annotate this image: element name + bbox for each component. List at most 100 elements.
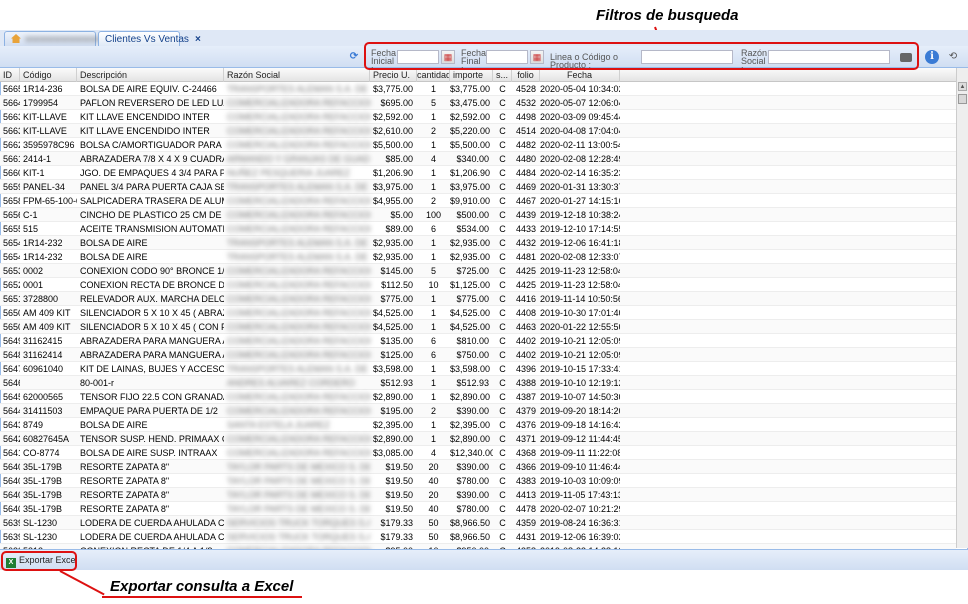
column-header-2[interactable]: Descripción: [77, 68, 224, 82]
table-cell: 35L-179B: [23, 490, 63, 500]
table-row[interactable]: 56520001 CONEXION RECTA DE BRONCE DE 1/8 …: [0, 278, 956, 292]
table-row[interactable]: 5659PANEL-34 PANEL 3/4 PARA PUERTA CAJA S…: [0, 180, 956, 194]
table-cell: $2,592.00: [450, 112, 491, 122]
column-header-5[interactable]: cantidad: [417, 68, 450, 82]
table-row[interactable]: 5663KIT-LLAVE KIT LLAVE ENCENDIDO INTER CO…: [0, 124, 956, 138]
table-cell: $3,598.00: [450, 364, 491, 374]
table-cell: BOLSA DE AIRE: [80, 252, 148, 262]
close-icon[interactable]: ×: [195, 34, 201, 45]
table-cell: EMPAQUE PARA PUERTA DE 1/2: [80, 406, 218, 416]
column-header-6[interactable]: importe: [450, 68, 493, 82]
column-header-9[interactable]: Fecha: [540, 68, 620, 82]
table-row[interactable]: 564562000565 TENSOR FIJO 22.5 CON GRANADA…: [0, 390, 956, 404]
table-cell: 5650: [3, 322, 20, 332]
table-row[interactable]: 5655515 ACEITE TRANSMISION AUTOMATICA DI.…: [0, 222, 956, 236]
calendar-icon[interactable]: ▦: [530, 50, 544, 64]
table-cell: 50: [428, 532, 439, 542]
table-row[interactable]: 56513728800 RELEVADOR AUX. MARCHA DELCO 3…: [0, 292, 956, 306]
table-row[interactable]: 56651R14-236 BOLSA DE AIRE EQUIV. C-24466…: [0, 82, 956, 96]
linea-codigo-producto-input[interactable]: [641, 50, 733, 64]
table-row[interactable]: 5639SL-1230 LODERA DE CUERDA AHULADA CON …: [0, 516, 956, 530]
scroll-up-icon[interactable]: ▲: [958, 82, 967, 91]
table-row[interactable]: 5658FPM-65-100-06SALPICADERA TRASERA DE …: [0, 194, 956, 208]
razon-social-input[interactable]: [768, 50, 890, 64]
table-row[interactable]: 564831162414 ABRAZADERA PARA MANGUERA ALT…: [0, 348, 956, 362]
table-cell: KIT DE LAINAS, BUJES Y ACCESORIOS ...: [80, 364, 224, 374]
column-header-4[interactable]: Precio U.: [370, 68, 417, 82]
table-row[interactable]: 56541R14-232 BOLSA DE AIRE TRANSPORTES ALE…: [0, 250, 956, 264]
table-row[interactable]: 564260827645A TENSOR SUSP. HEND. PRIMAAX …: [0, 432, 956, 446]
table-row[interactable]: 564035L-179B RESORTE ZAPATA 8" TAYLOR PART…: [0, 502, 956, 516]
info-icon[interactable]: i: [925, 50, 939, 64]
column-header-3[interactable]: Razón Social: [224, 68, 370, 82]
scroll-thumb[interactable]: [958, 94, 967, 104]
table-cell: 4416: [515, 294, 537, 304]
table-cell: 5645: [3, 392, 20, 402]
table-cell: TRANSPORTES ALEMAN S.A. DE C.V.: [227, 364, 370, 374]
table-cell: 1799954: [23, 98, 59, 108]
table-cell: 4482: [515, 140, 537, 150]
calendar-icon[interactable]: ▦: [441, 50, 455, 64]
table-cell: $195.00: [380, 406, 413, 416]
table-row[interactable]: 5650AM 409 KIT SILENCIADOR 5 X 10 X 45 ( …: [0, 306, 956, 320]
table-row[interactable]: 5663KIT-LLAVE KIT LLAVE ENCENDIDO INTER CO…: [0, 110, 956, 124]
table-cell: $3,975.00: [372, 182, 413, 192]
table-cell: TRANSPORTES ALEMAN S.A. DE C.V.: [227, 182, 370, 192]
table-cell: COMERCIALIZADORA REFACCIONES DEL NORTE: [227, 98, 370, 108]
table-row[interactable]: 564431411503 EMPAQUE PARA PUERTA DE 1/2 CO…: [0, 404, 956, 418]
table-cell: C: [499, 140, 506, 150]
table-row[interactable]: 5646 80-001-r ANDRES ALVAREZ CORDERO $512.9…: [0, 376, 956, 390]
table-row[interactable]: 56641799954 PAFLON REVERSERO DE LED LUZ B…: [0, 96, 956, 110]
export-excel-button[interactable]: X Exportar Excel: [4, 553, 82, 568]
search-button-icon[interactable]: [900, 53, 912, 62]
vertical-scrollbar[interactable]: ▲: [956, 68, 968, 548]
table-row[interactable]: 5656C-1 CINCHO DE PLASTICO 25 CM DE LARGO…: [0, 208, 956, 222]
table-cell: 4514: [515, 126, 537, 136]
table-cell: C: [499, 448, 506, 458]
table-cell: $2,935.00: [450, 238, 491, 248]
table-cell: C: [499, 238, 506, 248]
fecha-inicial-input[interactable]: [397, 50, 439, 64]
table-cell: 5: [430, 98, 436, 108]
table-cell: $19.50: [385, 462, 413, 472]
column-header-1[interactable]: Código: [20, 68, 77, 82]
table-row[interactable]: 56438749 BOLSA DE AIRE SANTA ESTELA JUAREZ…: [0, 418, 956, 432]
table-cell: $19.50: [385, 476, 413, 486]
table-cell: C: [499, 224, 506, 234]
table-row[interactable]: 564035L-179B RESORTE ZAPATA 8" TAYLOR PART…: [0, 488, 956, 502]
table-cell: $390.00: [456, 490, 489, 500]
tab-home[interactable]: wwwwwwwwwwwww: [4, 31, 119, 47]
table-row[interactable]: 5650AM 409 KIT SILENCIADOR 5 X 10 X 45 ( …: [0, 320, 956, 334]
table-cell: 5644: [3, 406, 20, 416]
column-header-0[interactable]: ID: [0, 68, 20, 82]
table-cell: 5646: [3, 378, 20, 388]
tab-clientes-vs-ventas[interactable]: Clientes Vs Ventas ×: [98, 31, 201, 47]
table-cell: 4402: [515, 350, 537, 360]
table-row[interactable]: 5639SL-1230 LODERA DE CUERDA AHULADA CON …: [0, 530, 956, 544]
table-row[interactable]: 564760961040 KIT DE LAINAS, BUJES Y ACCES…: [0, 362, 956, 376]
tab-clientes-label: Clientes Vs Ventas: [105, 34, 189, 45]
table-row[interactable]: 5641CO-8774 BOLSA DE AIRE SUSP. INTRAAX CO…: [0, 446, 956, 460]
table-row[interactable]: 564035L-179B RESORTE ZAPATA 8" TAYLOR PART…: [0, 460, 956, 474]
table-row[interactable]: 56530002 CONEXION CODO 90° BRONCE 1/8 NPT…: [0, 264, 956, 278]
table-cell: 4467: [515, 196, 537, 206]
table-cell: $725.00: [456, 266, 489, 276]
refresh-icon[interactable]: ⟳: [347, 50, 361, 64]
table-cell: ABRAZADERA PARA MANGUERA ALTA P...: [80, 336, 224, 346]
table-cell: RESORTE ZAPATA 8": [80, 462, 170, 472]
table-row[interactable]: 564931162415 ABRAZADERA PARA MANGUERA ALT…: [0, 334, 956, 348]
table-row[interactable]: 5660KIT-1 JGO. DE EMPAQUES 4 3/4 PARA PIS…: [0, 166, 956, 180]
table-row[interactable]: 56612414-1 ABRAZADERA 7/8 X 4 X 9 CUADRAD…: [0, 152, 956, 166]
table-row[interactable]: 56623595978C96 BOLSA C/AMORTIGUADOR PARA …: [0, 138, 956, 152]
column-header-7[interactable]: s...: [493, 68, 512, 82]
fecha-final-input[interactable]: [486, 50, 528, 64]
table-cell: 2020-02-07 10:21:29: [540, 504, 620, 514]
column-header-8[interactable]: folio: [512, 68, 540, 82]
table-row[interactable]: 564035L-179B RESORTE ZAPATA 8" TAYLOR PART…: [0, 474, 956, 488]
table-cell: 1: [430, 364, 436, 374]
table-row[interactable]: 56541R14-232 BOLSA DE AIRE TRANSPORTES ALE…: [0, 236, 956, 250]
reload-icon[interactable]: ⟲: [946, 50, 960, 64]
table-cell: 1: [430, 140, 436, 150]
table-cell: BOLSA C/AMORTIGUADOR PARA CABIN...: [80, 140, 224, 150]
table-cell: AM 409 KIT: [23, 322, 71, 332]
